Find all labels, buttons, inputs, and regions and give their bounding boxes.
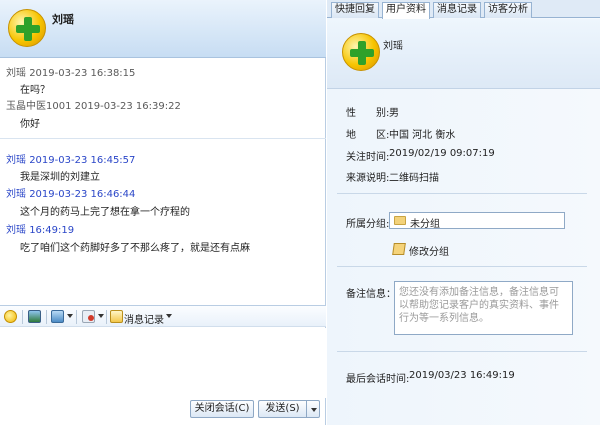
tab-visitor-analysis[interactable]: 访客分析 [484,2,532,18]
send-options-button[interactable] [306,400,320,418]
chevron-down-icon[interactable] [166,314,172,318]
message-sender: 玉晶中医1001 [6,101,72,112]
message-header: 玉晶中医1001 2019-03-23 16:39:22 [6,97,181,112]
message-time: 2019-03-23 16:38:15 [29,68,136,79]
contact-avatar[interactable] [8,9,46,47]
message-text: 这个月的药马上完了想在拿一个疗程的 [20,207,190,218]
profile-name: 刘瑶 [383,41,403,52]
divider [22,310,23,324]
tab-message-history[interactable]: 消息记录 [433,2,481,18]
history-button[interactable]: 消息记录 [124,311,164,326]
profile-header: 刘瑶 [327,19,600,89]
contact-name: 刘瑶 [52,13,74,26]
edit-icon[interactable] [392,243,406,255]
tab-quick-reply[interactable]: 快捷回复 [331,2,379,18]
image-icon[interactable] [51,310,64,323]
divider [337,266,587,267]
message-header: 刘瑶 2019-03-23 16:38:15 [6,64,135,79]
tab-user-profile[interactable]: 用户资料 [382,2,430,19]
gender-label: 性 别: [346,108,390,119]
send-button[interactable]: 发送(S) [258,400,306,418]
message-time: 2019-03-23 16:46:44 [29,189,136,200]
note-label: 备注信息： [346,289,396,300]
divider [0,138,326,139]
chat-panel: 刘瑶 刘瑶 2019-03-23 16:38:15 在吗？ 玉晶中医1001 2… [0,0,326,425]
folder-icon [394,216,406,225]
source-value: 二维码扫描 [389,173,439,184]
close-session-button[interactable]: 关闭会话(C) [190,400,254,418]
history-icon[interactable] [110,310,123,323]
info-panel: 快捷回复 用户资料 消息记录 访客分析 刘瑶 性 别: 男 地 区: 中国 河北… [327,0,600,425]
chat-header: 刘瑶 [0,0,326,58]
message-header: 刘瑶 16:49:19 [6,221,74,236]
note-textarea[interactable]: 您还没有添加备注信息，备注信息可以帮助您记录客户的真实资料、事件行为等一系列信息… [394,281,573,335]
message-time: 2019-03-23 16:45:57 [29,155,136,166]
divider [46,310,47,324]
follow-time-value: 2019/02/19 09:07:19 [389,148,495,159]
chevron-down-icon[interactable] [67,314,73,318]
message-header: 刘瑶 2019-03-23 16:46:44 [6,185,135,200]
group-select[interactable]: 未分组 [389,212,565,230]
note-placeholder: 您还没有添加备注信息，备注信息可以帮助您记录客户的真实资料、事件行为等一系列信息… [399,287,559,324]
message-sender: 刘瑶 [6,155,26,166]
edit-group-link[interactable]: 修改分组 [409,243,449,258]
divider [76,310,77,324]
group-value: 未分组 [410,219,440,230]
message-time: 16:49:19 [29,225,75,236]
alert-dot [88,315,94,321]
last-session-label: 最后会话时间: [346,374,410,385]
message-sender: 刘瑶 [6,68,26,79]
divider [337,351,587,352]
chevron-down-icon[interactable] [98,314,104,318]
emoji-icon[interactable] [4,310,17,323]
divider [337,193,587,194]
plus-icon-bar [350,49,374,57]
message-time: 2019-03-23 16:39:22 [74,101,181,112]
last-session-value: 2019/03/23 16:49:19 [409,370,515,381]
message-list: 刘瑶 2019-03-23 16:38:15 在吗？ 玉晶中医1001 2019… [0,58,326,303]
follow-time-label: 关注时间: [346,152,390,163]
chevron-down-icon [311,408,317,412]
region-label: 地 区: [346,130,390,141]
gender-value: 男 [389,108,399,119]
divider [106,310,107,324]
plus-icon-bar [16,25,40,33]
message-text: 你好 [20,119,40,130]
input-toolbar: 消息记录 [0,305,326,327]
region-value: 中国 河北 衡水 [389,130,456,141]
message-header: 刘瑶 2019-03-23 16:45:57 [6,151,135,166]
tab-bar: 快捷回复 用户资料 消息记录 访客分析 [327,0,600,19]
source-label: 来源说明: [346,173,390,184]
message-sender: 刘瑶 [6,225,26,236]
shake-icon[interactable] [82,310,95,323]
message-text: 吃了咱们这个药脚好多了不那么疼了，就是还有点麻 [20,243,250,254]
message-text: 在吗？ [20,85,50,96]
profile-avatar [342,33,380,71]
screenshot-icon[interactable] [28,310,41,323]
group-label: 所属分组: [346,219,390,230]
message-input[interactable] [0,328,326,398]
message-sender: 刘瑶 [6,189,26,200]
message-text: 我是深圳的刘建立 [20,172,100,183]
